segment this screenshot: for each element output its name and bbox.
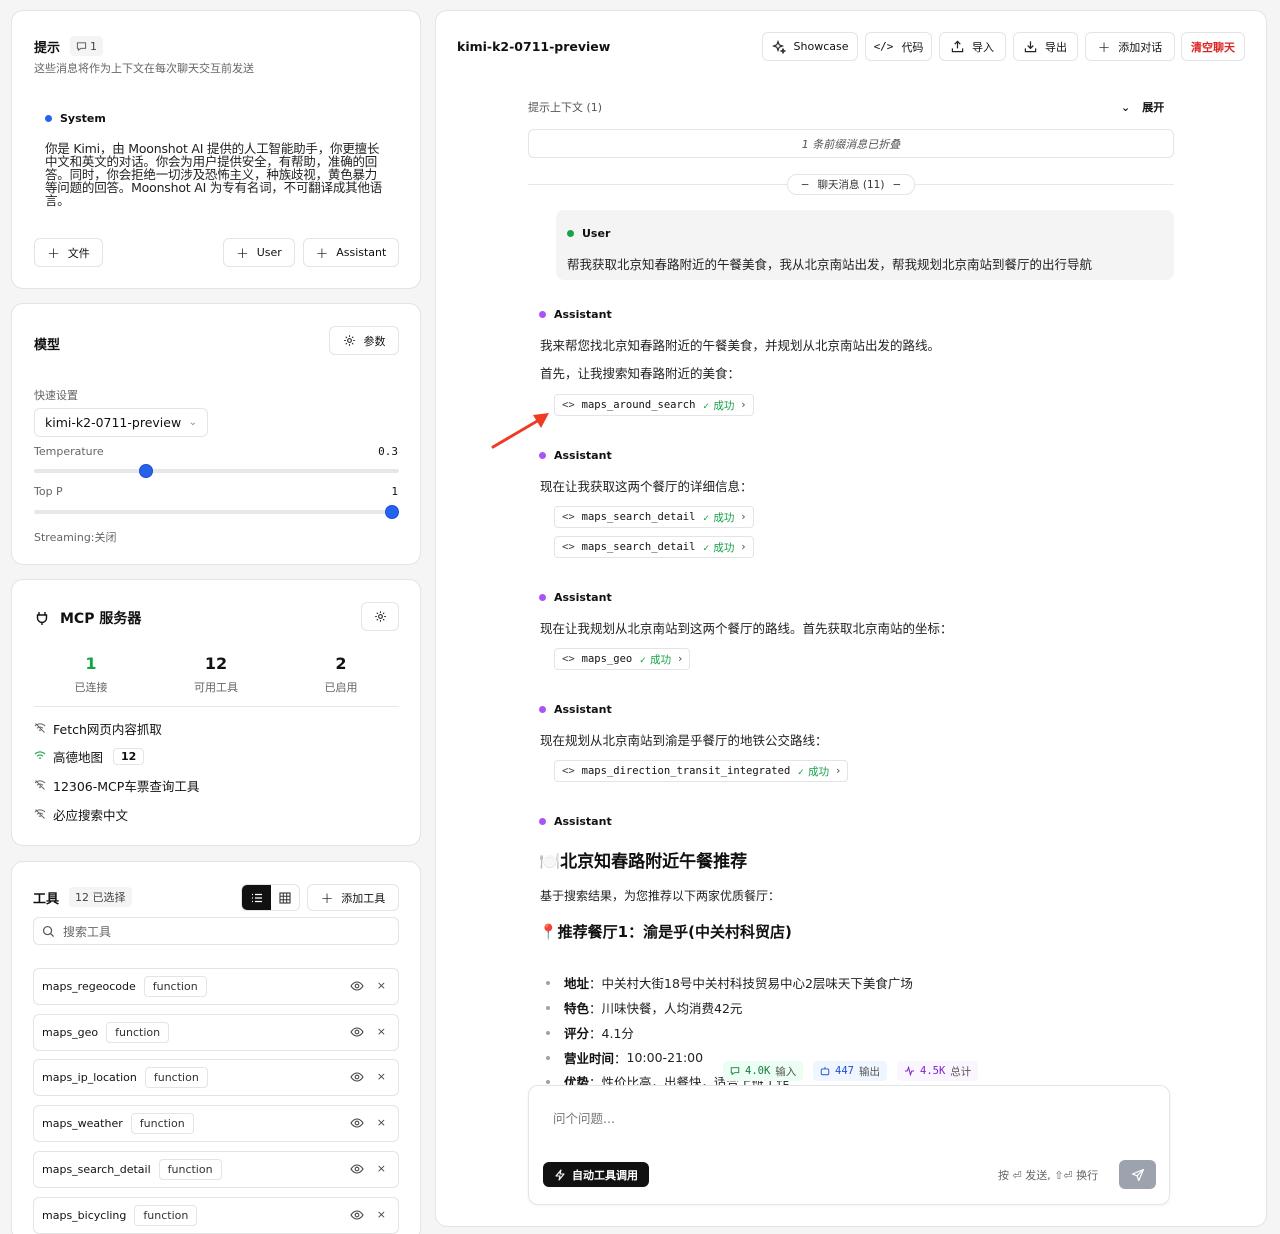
token-input-label: 输入	[775, 1065, 797, 1078]
token-total-badge: 4.5K 总计	[897, 1061, 979, 1081]
token-total-value: 4.5K	[920, 1065, 946, 1077]
message-icon	[730, 1067, 740, 1076]
lightning-icon	[555, 1168, 565, 1181]
item-value: 4.1分	[601, 1026, 634, 1041]
tool-item[interactable]: maps_bicycling function ×	[33, 1197, 399, 1234]
tool-type: function	[134, 1205, 198, 1226]
eye-icon[interactable]	[350, 1209, 364, 1221]
item-key: 地址	[564, 976, 590, 991]
composer-input[interactable]: 问个问题...	[553, 1108, 615, 1127]
item-key: 优势	[564, 1075, 590, 1085]
auto-tool-label: 自动工具调用	[572, 1168, 638, 1182]
remove-tool-icon[interactable]: ×	[377, 1162, 386, 1175]
tool-name: maps_bicycling	[42, 1209, 127, 1222]
list-item: 评分： 4.1分	[546, 1023, 634, 1042]
token-total-label: 总计	[950, 1065, 972, 1078]
item-key: 特色	[564, 1001, 590, 1016]
composer	[528, 1085, 1170, 1205]
list-item: 地址：中关村大街18号中关村科技贸易中心2层味天下美食广场	[546, 973, 913, 992]
token-output-label: 输出	[858, 1065, 880, 1078]
item-value: 中关村大街18号中关村科技贸易中心2层味天下美食广场	[601, 976, 913, 991]
tool-name: maps_weather	[42, 1117, 123, 1130]
item-value: 川味快餐，人均消费42元	[601, 1001, 743, 1016]
eye-icon[interactable]	[350, 1163, 364, 1175]
activity-icon	[904, 1066, 915, 1076]
send-icon	[1131, 1168, 1144, 1181]
tool-type: function	[158, 1159, 222, 1180]
auto-tool-button[interactable]: 自动工具调用	[543, 1162, 649, 1187]
list-item: 特色：川味快餐，人均消费42元	[546, 998, 742, 1017]
item-key: 评分	[564, 1026, 590, 1041]
list-item: 营业时间： 10:00-21:00	[546, 1048, 703, 1067]
send-button[interactable]	[1119, 1160, 1156, 1189]
answer-clip: 地址：中关村大街18号中关村科技贸易中心2层味天下美食广场 特色：川味快餐，人均…	[0, 0, 1280, 1085]
remove-tool-icon[interactable]: ×	[377, 1116, 386, 1129]
tool-type: function	[130, 1113, 194, 1134]
token-output-value: 447	[835, 1065, 854, 1077]
tool-item[interactable]: maps_search_detail function ×	[33, 1151, 399, 1188]
remove-tool-icon[interactable]: ×	[377, 1208, 386, 1221]
tool-item[interactable]: maps_weather function ×	[33, 1105, 399, 1142]
token-output-badge: 447 输出	[813, 1061, 887, 1081]
tool-name: maps_search_detail	[42, 1163, 151, 1176]
eye-icon[interactable]	[350, 1117, 364, 1129]
token-input-badge: 4.0K 输入	[723, 1061, 804, 1081]
token-input-value: 4.0K	[745, 1065, 771, 1077]
composer-hint: 按 ⏎ 发送, ⇧⏎ 换行	[998, 1169, 1099, 1182]
item-key: 营业时间	[564, 1051, 615, 1066]
item-value: 10:00-21:00	[626, 1050, 704, 1065]
bot-icon	[820, 1066, 830, 1076]
